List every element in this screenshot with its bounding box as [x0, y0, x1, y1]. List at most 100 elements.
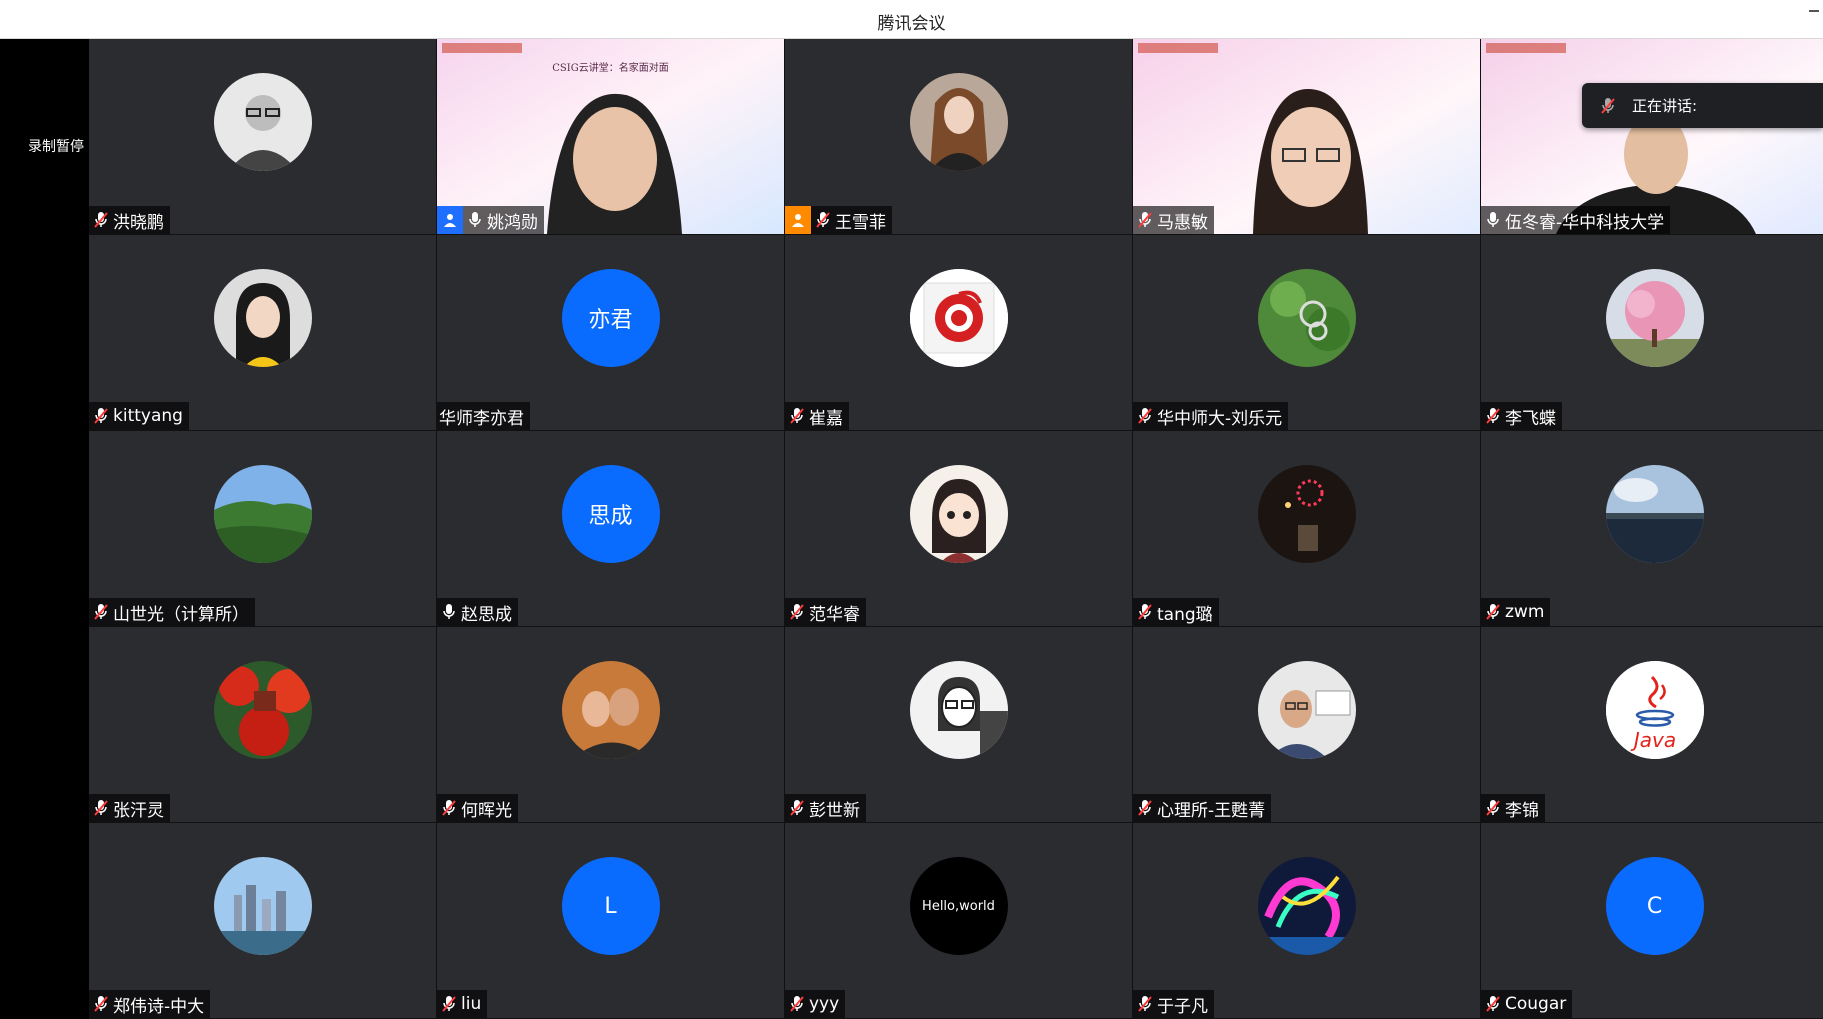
nameplate: 张汗灵	[89, 794, 170, 822]
avatar	[1605, 269, 1704, 367]
participant-tile[interactable]: 华中师大-刘乐元	[1133, 235, 1480, 430]
participant-tile[interactable]: 思成 赵思成	[437, 431, 784, 626]
participant-name: 洪晓鹏	[113, 212, 164, 233]
mic-muted-icon[interactable]	[1137, 995, 1153, 1013]
participant-tile[interactable]: Java 李锦	[1481, 627, 1823, 822]
mic-muted-icon[interactable]	[1485, 799, 1501, 817]
java-logo-icon: Java	[1605, 661, 1704, 759]
participant-name: liu	[461, 994, 482, 1014]
minimize-icon[interactable]	[1809, 10, 1819, 12]
avatar: Hello,world	[909, 857, 1008, 955]
participant-tile[interactable]: Hello,world yyy	[785, 823, 1132, 1018]
mic-muted-icon[interactable]	[93, 995, 109, 1013]
participant-video-tile[interactable]: 伍冬睿-华中科技大学	[1481, 39, 1823, 234]
mic-muted-icon[interactable]	[93, 407, 109, 425]
participant-tile[interactable]: 山世光（计算所）	[89, 431, 436, 626]
nameplate: 于子凡	[1133, 990, 1214, 1018]
mic-muted-icon[interactable]	[789, 603, 805, 621]
mic-muted-icon[interactable]	[1485, 603, 1501, 621]
participant-tile[interactable]: 亦君 华师李亦君	[437, 235, 784, 430]
participant-tile[interactable]: 崔嘉	[785, 235, 1132, 430]
participant-name: 何晖光	[461, 800, 512, 821]
avatar	[561, 661, 660, 759]
participant-video-tile[interactable]: CSIG云讲堂：名家面对面 姚鸿勋	[437, 39, 784, 234]
participant-tile[interactable]: 李飞蝶	[1481, 235, 1823, 430]
participant-name: 姚鸿勋	[487, 212, 538, 233]
mic-muted-icon[interactable]	[789, 995, 805, 1013]
cohost-badge-icon	[785, 206, 811, 234]
avatar	[1257, 857, 1356, 955]
participant-name: 李飞蝶	[1505, 408, 1556, 429]
avatar	[1257, 465, 1356, 563]
participant-name: 崔嘉	[809, 408, 843, 429]
participant-name: 伍冬睿-华中科技大学	[1505, 212, 1665, 233]
mic-muted-icon[interactable]	[1137, 603, 1153, 621]
avatar	[909, 661, 1008, 759]
mic-muted-icon[interactable]	[1485, 995, 1501, 1013]
video-feed	[1133, 39, 1480, 234]
mic-muted-icon[interactable]	[93, 603, 109, 621]
nameplate: 华中师大-刘乐元	[1133, 402, 1289, 430]
participant-tile[interactable]: 郑伟诗-中大	[89, 823, 436, 1018]
participant-tile[interactable]: 于子凡	[1133, 823, 1480, 1018]
mic-muted-icon[interactable]	[1137, 211, 1153, 229]
mic-muted-icon[interactable]	[93, 799, 109, 817]
title-bar: 腾讯会议	[0, 0, 1823, 39]
window-title: 腾讯会议	[877, 14, 946, 34]
nameplate: tang璐	[1133, 598, 1219, 626]
speaking-label: 正在讲话:	[1632, 97, 1698, 115]
participant-tile[interactable]: 王雪菲	[785, 39, 1132, 234]
nameplate: liu	[437, 990, 488, 1018]
nameplate: 华师李亦君	[437, 402, 530, 430]
participant-name: 山世光（计算所）	[113, 604, 249, 625]
participant-tile[interactable]: 心理所-王甦菁	[1133, 627, 1480, 822]
participant-tile[interactable]: kittyang	[89, 235, 436, 430]
participant-tile[interactable]: 何晖光	[437, 627, 784, 822]
nameplate: 崔嘉	[785, 402, 849, 430]
participant-name: 心理所-王甦菁	[1157, 800, 1266, 821]
participant-tile[interactable]: zwm	[1481, 431, 1823, 626]
participant-tile[interactable]: L liu	[437, 823, 784, 1018]
mic-muted-icon[interactable]	[441, 799, 457, 817]
nameplate: 彭世新	[785, 794, 866, 822]
mic-muted-icon[interactable]	[1137, 799, 1153, 817]
speaking-indicator[interactable]: 正在讲话:	[1582, 83, 1823, 128]
participant-name: 张汗灵	[113, 800, 164, 821]
avatar	[213, 857, 312, 955]
mic-on-icon[interactable]	[467, 211, 483, 229]
avatar	[213, 661, 312, 759]
participant-name: 范华睿	[809, 604, 860, 625]
avatar	[909, 73, 1008, 171]
participant-tile[interactable]: 张汗灵	[89, 627, 436, 822]
avatar	[213, 269, 312, 367]
avatar	[1257, 269, 1356, 367]
nameplate: kittyang	[89, 402, 189, 430]
participant-tile[interactable]: 洪晓鹏	[89, 39, 436, 234]
mic-on-icon[interactable]	[1485, 211, 1501, 229]
participant-tile[interactable]: tang璐	[1133, 431, 1480, 626]
host-badge-icon	[437, 206, 463, 234]
participant-grid: 洪晓鹏 CSIG云讲堂：名家面对面 姚鸿勋 王雪菲 马惠敏 伍冬睿-华中科技大学…	[89, 39, 1823, 1019]
participant-name: 郑伟诗-中大	[113, 996, 205, 1017]
avatar: L	[561, 857, 660, 955]
nameplate: 伍冬睿-华中科技大学	[1481, 206, 1671, 234]
nameplate: 姚鸿勋	[437, 206, 544, 234]
avatar	[1605, 465, 1704, 563]
recording-status[interactable]: 录制暂停	[28, 136, 84, 156]
mic-muted-icon[interactable]	[789, 799, 805, 817]
nameplate: 马惠敏	[1133, 206, 1214, 234]
participant-name: 王雪菲	[835, 212, 886, 233]
nameplate: zwm	[1481, 598, 1551, 626]
mic-muted-icon[interactable]	[789, 407, 805, 425]
mic-muted-icon[interactable]	[441, 995, 457, 1013]
participant-video-tile[interactable]: 马惠敏	[1133, 39, 1480, 234]
participant-tile[interactable]: 范华睿	[785, 431, 1132, 626]
participant-tile[interactable]: 彭世新	[785, 627, 1132, 822]
participant-name: kittyang	[113, 406, 183, 426]
mic-muted-icon[interactable]	[815, 211, 831, 229]
mic-muted-icon[interactable]	[1485, 407, 1501, 425]
mic-muted-icon[interactable]	[1137, 407, 1153, 425]
participant-tile[interactable]: C Cougar	[1481, 823, 1823, 1018]
mic-muted-icon[interactable]	[93, 211, 109, 229]
mic-on-icon[interactable]	[441, 603, 457, 621]
